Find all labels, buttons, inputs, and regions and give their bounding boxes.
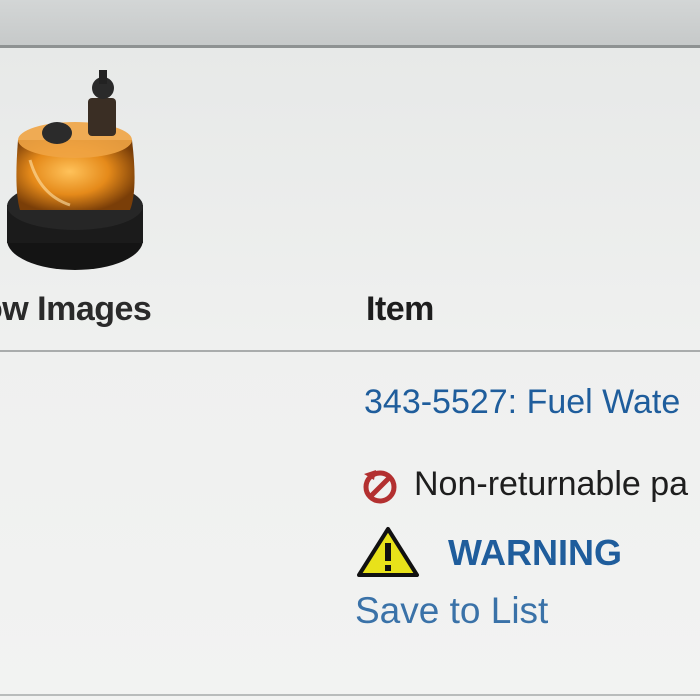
warning-link[interactable]: WARNING xyxy=(448,532,622,574)
column-header-images[interactable]: ow Images xyxy=(0,290,152,329)
product-thumbnail[interactable] xyxy=(0,70,160,280)
column-header-item: Item xyxy=(366,290,434,328)
item-link[interactable]: 343-5527: Fuel Wate xyxy=(364,383,680,422)
warning-triangle-icon xyxy=(357,527,419,577)
top-band xyxy=(0,0,700,46)
row-divider xyxy=(0,694,700,696)
non-returnable-notice: Non-returnable pa xyxy=(414,465,689,503)
save-to-list-link[interactable]: Save to List xyxy=(355,590,548,632)
no-return-icon xyxy=(363,470,397,504)
